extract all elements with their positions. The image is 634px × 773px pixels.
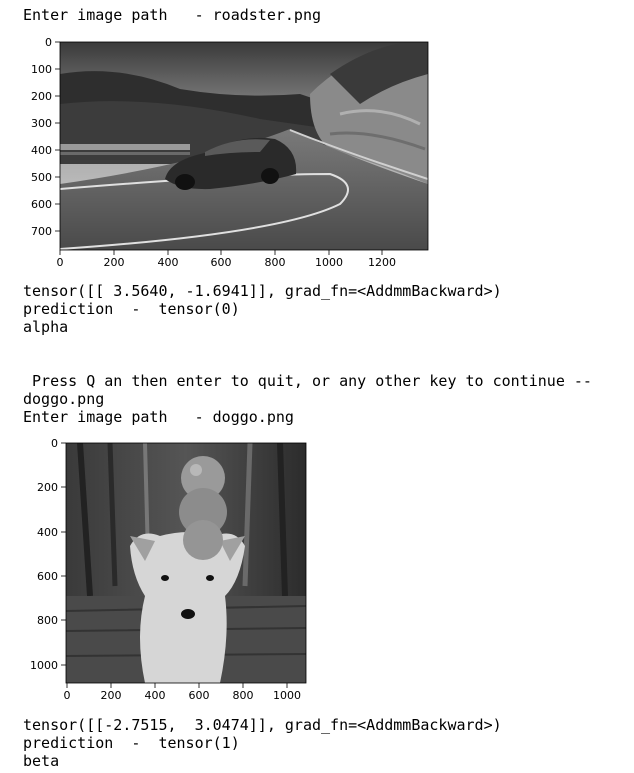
tensor-output-roadster: tensor([[ 3.5640, -1.6941]], grad_fn=<Ad… (23, 282, 502, 300)
x-tick-label: 800 (265, 256, 286, 269)
x-tick-label: 0 (57, 256, 64, 269)
y-tick-label: 600 (37, 570, 58, 583)
y-tick-label: 600 (31, 198, 52, 211)
x-tick-label: 200 (104, 256, 125, 269)
y-tick-label: 800 (37, 614, 58, 627)
plot-svg-roadster: 0 100 200 300 400 500 600 700 0 200 400 … (31, 36, 429, 269)
class-label-alpha: alpha (23, 318, 69, 336)
y-tick-label: 400 (37, 526, 58, 539)
dog-photo (66, 443, 306, 683)
image-plot-roadster: 0 100 200 300 400 500 600 700 0 200 400 … (0, 34, 440, 270)
prompt-line-roadster: Enter image path - roadster.png (23, 6, 322, 24)
prediction-line-roadster: prediction - tensor(0) (23, 300, 240, 318)
prompt-line-doggo: Enter image path - doggo.png (23, 408, 294, 426)
x-tick-label: 200 (101, 689, 122, 702)
y-tick-label: 700 (31, 225, 52, 238)
x-tick-label: 800 (233, 689, 254, 702)
tensor-output-doggo: tensor([[-2.7515, 3.0474]], grad_fn=<Add… (23, 716, 502, 734)
x-tick-label: 1200 (368, 256, 396, 269)
x-tick-label: 1000 (273, 689, 301, 702)
image-plot-doggo: 0 200 400 600 800 1000 0 200 400 600 800… (0, 436, 320, 706)
y-tick-label: 400 (31, 144, 52, 157)
user-input-doggo: doggo.png (23, 390, 105, 408)
class-label-beta: beta (23, 752, 60, 770)
y-tick-label: 100 (31, 63, 52, 76)
continue-prompt: Press Q an then enter to quit, or any ot… (23, 372, 592, 390)
y-tick-label: 200 (31, 90, 52, 103)
x-tick-label: 600 (189, 689, 210, 702)
y-tick-label: 300 (31, 117, 52, 130)
x-tick-label: 400 (145, 689, 166, 702)
y-tick-label: 1000 (30, 659, 58, 672)
y-tick-label: 200 (37, 481, 58, 494)
prediction-line-doggo: prediction - tensor(1) (23, 734, 240, 752)
roadster-photo (60, 42, 428, 250)
x-tick-label: 0 (64, 689, 71, 702)
y-tick-label: 0 (45, 36, 52, 49)
y-tick-label: 500 (31, 171, 52, 184)
plot-svg-doggo: 0 200 400 600 800 1000 0 200 400 600 800… (30, 437, 307, 702)
x-tick-label: 1000 (315, 256, 343, 269)
x-tick-label: 600 (211, 256, 232, 269)
y-tick-label: 0 (51, 437, 58, 450)
x-tick-label: 400 (158, 256, 179, 269)
